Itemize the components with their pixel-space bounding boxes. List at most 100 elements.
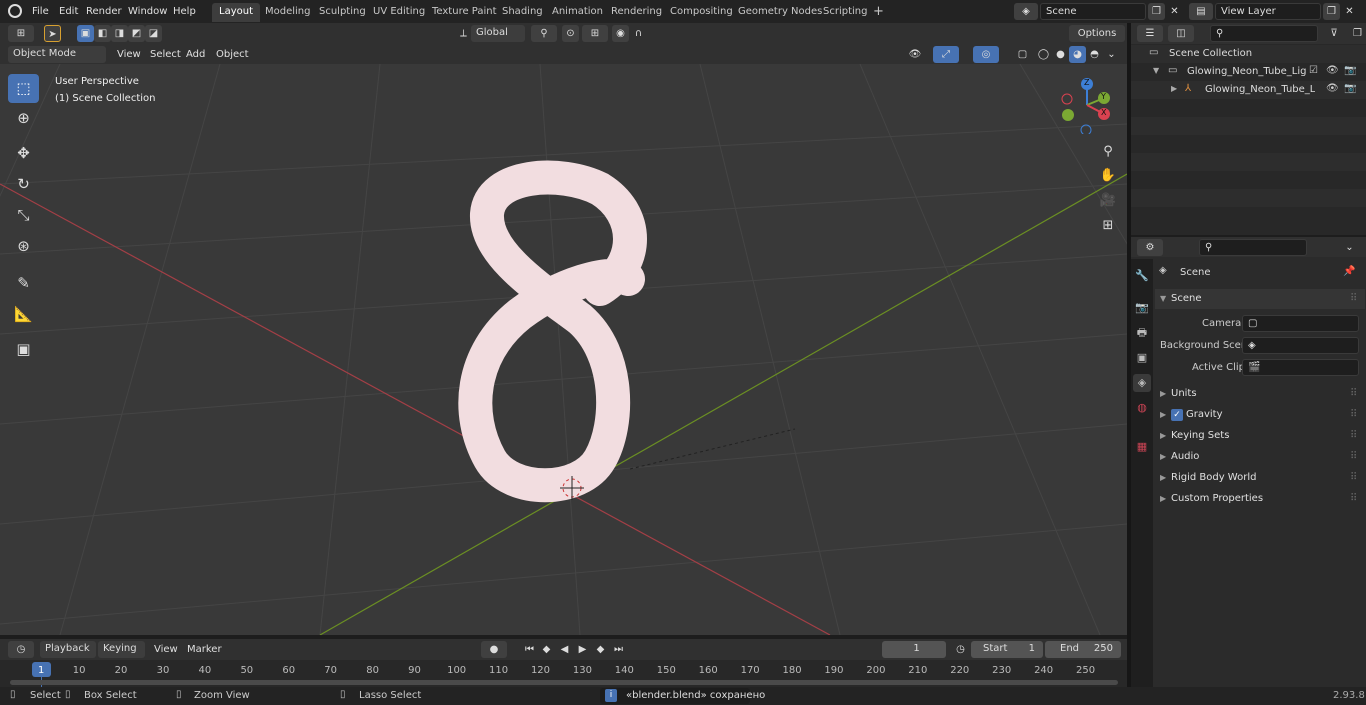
object-menu[interactable]: Object xyxy=(212,46,253,63)
editor-type-icon[interactable]: ⊞ xyxy=(8,25,34,42)
menu-edit[interactable]: Edit xyxy=(55,3,82,20)
units-section[interactable]: ▶ Units ⠿ xyxy=(1155,384,1365,404)
pin-icon[interactable]: 📌 xyxy=(1343,266,1355,277)
tab-shading[interactable]: Shading xyxy=(495,3,550,22)
scene-panel-header[interactable]: ▼ Scene ⠿ xyxy=(1155,289,1365,309)
keying-menu[interactable]: Keying xyxy=(98,641,145,658)
delete-scene-icon[interactable]: ✕ xyxy=(1166,3,1183,20)
world-tab-icon[interactable]: ◍ xyxy=(1133,399,1151,417)
options-button[interactable]: Options xyxy=(1069,25,1125,42)
zoom-icon[interactable]: ⚲ xyxy=(1097,141,1119,163)
scale-tool-icon[interactable]: ⤡ xyxy=(8,201,39,230)
select-mode-intersect-icon[interactable]: ◪ xyxy=(145,25,162,42)
tab-rendering[interactable]: Rendering xyxy=(604,3,669,22)
transform-tool-icon[interactable]: ⊛ xyxy=(8,232,39,261)
render-tab-icon[interactable]: 📷 xyxy=(1133,299,1151,317)
pan-hand-icon[interactable]: ✋ xyxy=(1097,165,1119,187)
delete-view-layer-icon[interactable]: ✕ xyxy=(1341,3,1358,20)
overlay-toggle-icon[interactable]: ◎ xyxy=(973,46,999,63)
view-layer-icon[interactable]: ▤ xyxy=(1189,3,1213,20)
tab-sculpting[interactable]: Sculpting xyxy=(312,3,373,22)
keying-sets-section[interactable]: ▶ Keying Sets ⠿ xyxy=(1155,426,1365,446)
scene-tab-icon[interactable]: ◈ xyxy=(1133,374,1151,392)
proportional-edit-icon[interactable]: ◉ xyxy=(612,25,629,42)
snap-icon[interactable]: ⊙ xyxy=(562,25,579,42)
outliner-editor-type-icon[interactable]: ☰ xyxy=(1137,25,1163,42)
move-tool-icon[interactable]: ✥ xyxy=(8,139,39,168)
pivot-point-icon[interactable]: ⚲ xyxy=(531,25,557,42)
tab-geometry-nodes[interactable]: Geometry Nodes xyxy=(731,3,829,22)
material-shading-icon[interactable]: ◕ xyxy=(1069,46,1086,63)
tab-compositing[interactable]: Compositing xyxy=(663,3,740,22)
select-box-tool-icon[interactable]: ⬚ xyxy=(8,74,39,103)
outliner-search-input[interactable]: ⚲ xyxy=(1210,25,1318,42)
tab-texture-paint[interactable]: Texture Paint xyxy=(425,3,504,22)
outliner-row[interactable]: ▭ Scene Collection xyxy=(1131,45,1366,63)
rendered-shading-icon[interactable]: ◓ xyxy=(1086,46,1103,63)
cursor-tool-icon[interactable]: ⊕ xyxy=(8,104,39,133)
menu-file[interactable]: File xyxy=(28,3,53,20)
tab-uv-editing[interactable]: UV Editing xyxy=(366,3,432,22)
measure-tool-icon[interactable]: 📐 xyxy=(8,300,39,329)
texture-tab-icon[interactable]: ▦ xyxy=(1133,438,1151,456)
exclude-checkbox-icon[interactable]: ☑ xyxy=(1309,65,1318,76)
menu-help[interactable]: Help xyxy=(169,3,200,20)
add-menu[interactable]: Add xyxy=(182,46,209,63)
scene-field[interactable]: Scene xyxy=(1040,3,1146,20)
solid-shading-icon[interactable]: ● xyxy=(1052,46,1069,63)
snap-target-icon[interactable]: ⊞ xyxy=(582,25,608,42)
camera-field[interactable]: ▢ xyxy=(1242,315,1359,332)
expand-arrow-icon[interactable]: ▶ xyxy=(1171,84,1177,93)
preview-range-icon[interactable]: ◷ xyxy=(952,641,969,658)
custom-properties-section[interactable]: ▶ Custom Properties ⠿ xyxy=(1155,489,1365,509)
add-workspace-icon[interactable]: + xyxy=(866,3,891,22)
eye-icon[interactable]: 👁 xyxy=(1326,83,1339,94)
background-scene-field[interactable]: ◈ xyxy=(1242,337,1359,354)
end-frame-field[interactable]: End 250 xyxy=(1045,641,1121,658)
scene-icon[interactable]: ◈ xyxy=(1014,3,1038,20)
shading-options-icon[interactable]: ⌄ xyxy=(1103,46,1120,63)
collapse-arrow-icon[interactable]: ▼ xyxy=(1153,66,1159,75)
select-mode-subtract-icon[interactable]: ◨ xyxy=(111,25,128,42)
properties-search-input[interactable]: ⚲ xyxy=(1199,239,1307,256)
outliner-row[interactable]: ▶ ⅄ Glowing_Neon_Tube_Ligl 👁 📷 xyxy=(1131,81,1366,99)
view-menu[interactable]: View xyxy=(113,46,145,63)
new-view-layer-icon[interactable]: ❐ xyxy=(1323,3,1340,20)
jump-keyframe-forward-icon[interactable]: ◆ xyxy=(592,641,609,658)
view-layer-field[interactable]: View Layer xyxy=(1215,3,1321,20)
play-icon[interactable]: ▶ xyxy=(574,641,591,658)
tab-layout[interactable]: Layout xyxy=(212,3,260,22)
gravity-section[interactable]: ▶ ✓ Gravity ⠿ xyxy=(1155,405,1365,425)
add-cube-tool-icon[interactable]: ▣ xyxy=(8,335,39,364)
camera-icon[interactable]: 📷 xyxy=(1344,65,1356,76)
properties-options-icon[interactable]: ⌄ xyxy=(1341,239,1358,256)
marker-menu[interactable]: Marker xyxy=(183,641,226,658)
perspective-toggle-icon[interactable]: ⊞ xyxy=(1097,215,1119,237)
timeline-view-menu[interactable]: View xyxy=(150,641,182,658)
active-clip-field[interactable]: 🎬 xyxy=(1242,359,1359,376)
navigation-gizmo[interactable]: Z Y X xyxy=(1058,76,1116,136)
play-reverse-icon[interactable]: ◀ xyxy=(556,641,573,658)
current-frame-field[interactable]: 1 xyxy=(882,641,946,658)
outliner-row[interactable]: ▼ ▭ Glowing_Neon_Tube_Light_Di ☑ 👁 📷 xyxy=(1131,63,1366,81)
filter-icon[interactable]: ⊽ xyxy=(1321,25,1347,42)
select-mode-new-icon[interactable]: ▣ xyxy=(77,25,94,42)
annotate-tool-icon[interactable]: ✎ xyxy=(8,269,39,298)
visibility-icon[interactable]: 👁 xyxy=(902,46,928,63)
tab-modeling[interactable]: Modeling xyxy=(258,3,318,22)
select-menu[interactable]: Select xyxy=(146,46,185,63)
new-scene-icon[interactable]: ❐ xyxy=(1148,3,1165,20)
view-layer-tab-icon[interactable]: ▣ xyxy=(1133,349,1151,367)
tab-animation[interactable]: Animation xyxy=(545,3,610,22)
wireframe-shading-icon[interactable]: ◯ xyxy=(1035,46,1052,63)
camera-view-icon[interactable]: 🎥 xyxy=(1097,190,1119,212)
select-tool-icon[interactable]: ➤ xyxy=(44,25,61,42)
start-frame-field[interactable]: Start 1 xyxy=(971,641,1043,658)
output-tab-icon[interactable]: 🖶 xyxy=(1133,324,1151,342)
falloff-icon[interactable]: ∩ xyxy=(630,25,647,42)
jump-keyframe-back-icon[interactable]: ◆ xyxy=(538,641,555,658)
rigid-body-world-section[interactable]: ▶ Rigid Body World ⠿ xyxy=(1155,468,1365,488)
orientation-dropdown[interactable]: Global xyxy=(471,25,525,42)
gizmo-toggle-icon[interactable]: ⤢ xyxy=(933,46,959,63)
properties-editor-type-icon[interactable]: ⚙ xyxy=(1137,239,1163,256)
